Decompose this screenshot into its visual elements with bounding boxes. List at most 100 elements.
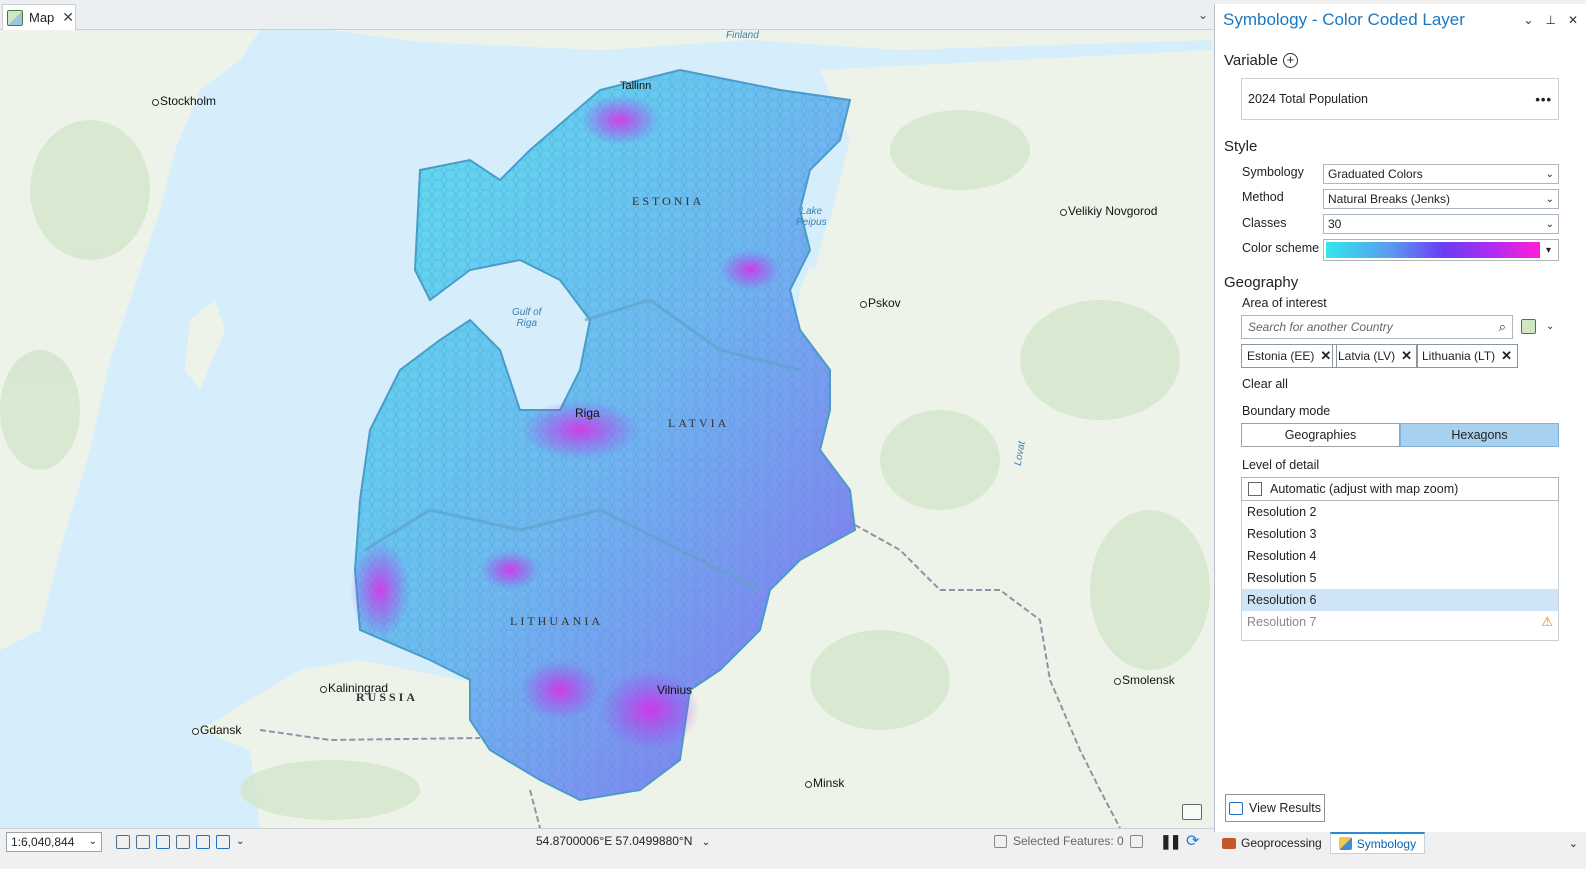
classes-dropdown[interactable]: 30 ⌄ (1323, 214, 1559, 234)
table-icon[interactable] (136, 834, 150, 849)
method-value: Natural Breaks (Jenks) (1328, 192, 1451, 206)
place-stockholm: Stockholm (151, 94, 217, 108)
scale-value: 1:6,040,844 (11, 834, 75, 849)
chevron-down-icon: ⌄ (88, 836, 97, 847)
automatic-checkbox-row[interactable]: Automatic (adjust with map zoom) (1241, 477, 1559, 501)
search-icon[interactable]: ⌕ (1499, 319, 1506, 335)
resolution-item-disabled[interactable]: Resolution 7 ⚠ (1242, 611, 1558, 633)
chevron-down-icon[interactable]: ⌄ (236, 836, 244, 847)
pin-icon[interactable]: ⊥ (1545, 13, 1555, 27)
automatic-label: Automatic (adjust with map zoom) (1270, 482, 1459, 496)
chip-estonia[interactable]: Estonia (EE) ✕ (1241, 344, 1338, 368)
automatic-checkbox[interactable] (1248, 482, 1262, 496)
symbology-pane: Symbology - Color Coded Layer ⌄ ⊥ ✕ Vari… (1214, 4, 1586, 832)
symbology-icon (1338, 837, 1352, 850)
country-label-estonia: ESTONIA (632, 194, 705, 208)
pause-icon[interactable]: ❚❚ (1160, 833, 1182, 850)
color-scheme-dropdown[interactable]: ▾ (1323, 239, 1559, 261)
remove-icon[interactable]: ✕ (1501, 348, 1512, 364)
water-label-finland: Finland (726, 30, 759, 41)
view-results-label: View Results (1248, 801, 1322, 815)
symbology-value: Graduated Colors (1328, 167, 1423, 181)
chip-latvia[interactable]: Latvia (LV) ✕ (1332, 344, 1419, 368)
symbology-dropdown[interactable]: Graduated Colors ⌄ (1323, 164, 1559, 184)
water-label-peipus: Lake Peipus (796, 206, 827, 228)
scale-dropdown[interactable]: 1:6,040,844 ⌄ (6, 831, 102, 852)
style-heading: Style (1224, 138, 1258, 155)
color-scheme-label: Color scheme (1242, 241, 1320, 255)
pane-tabbar: Geoprocessing Symbology ⌄ (1214, 832, 1586, 854)
toolbox-icon (1222, 837, 1236, 849)
tab-map-label: Map (29, 10, 55, 25)
select-on-map-icon[interactable] (1521, 319, 1536, 334)
chevron-down-icon[interactable]: ⌄ (1198, 8, 1208, 22)
color-ramp (1326, 242, 1540, 258)
geography-heading: Geography (1224, 274, 1299, 291)
pane-header: Symbology - Color Coded Layer ⌄ ⊥ ✕ (1215, 4, 1586, 36)
chevron-down-icon[interactable]: ⌄ (1546, 321, 1554, 332)
place-novgorod: Velikiy Novgorod (1059, 204, 1158, 218)
method-label: Method (1242, 190, 1284, 204)
resolution-item[interactable]: Resolution 5 (1242, 567, 1558, 589)
selected-features[interactable]: Selected Features: 0 (994, 834, 1143, 848)
refresh-icon[interactable]: ⟳ (1186, 831, 1199, 851)
selection-icon (994, 834, 1007, 848)
close-icon[interactable]: ✕ (62, 9, 74, 26)
chip-lithuania[interactable]: Lithuania (LT) ✕ (1416, 344, 1519, 368)
grid-icon[interactable] (116, 834, 130, 849)
selected-features-label: Selected Features: 0 (1013, 834, 1124, 848)
more-options-icon[interactable]: ••• (1535, 92, 1552, 107)
add-icon[interactable]: + (1282, 53, 1298, 68)
country-label-lithuania: LITHUANIA (510, 614, 603, 628)
map-view[interactable]: Stockholm Tallinn Velikiy Novgorod Pskov… (0, 30, 1212, 828)
clear-all-button[interactable]: Clear all (1242, 377, 1288, 391)
view-results-button[interactable]: View Results (1225, 794, 1325, 822)
app-window: Map ✕ ⌄ Stockholm Tallinn Velikiy Novgor… (0, 0, 1586, 869)
resolution-label: Resolution 7 (1247, 615, 1317, 629)
country-label-russia: RUSSIA (356, 690, 419, 704)
boundary-geographies-button[interactable]: Geographies (1241, 423, 1400, 447)
resolution-list: Resolution 2 Resolution 3 Resolution 4 R… (1241, 501, 1559, 641)
variable-value: 2024 Total Population (1248, 92, 1369, 106)
clear-selection-icon[interactable] (1129, 834, 1143, 848)
place-smolensk: Smolensk (1114, 673, 1175, 687)
tab-geoprocessing[interactable]: Geoprocessing (1214, 832, 1330, 854)
boundary-mode-label: Boundary mode (1242, 404, 1331, 418)
navigate-icon[interactable] (196, 834, 210, 849)
place-gdansk: Gdansk (191, 723, 242, 737)
remove-icon[interactable]: ✕ (1401, 348, 1412, 364)
tab-symbology[interactable]: Symbology (1329, 832, 1426, 854)
map-tabbar: Map ✕ ⌄ (0, 0, 1214, 30)
snapping-icon[interactable] (156, 834, 170, 849)
sync-icon[interactable] (216, 834, 230, 849)
chip-label: Estonia (EE) (1247, 349, 1315, 363)
basemap (0, 30, 1212, 828)
aoi-label: Area of interest (1242, 296, 1327, 310)
chevron-down-icon[interactable]: ⌄ (1569, 837, 1578, 850)
country-search-input[interactable]: Search for another Country ⌕ (1241, 315, 1513, 339)
variable-field[interactable]: 2024 Total Population ••• (1241, 78, 1559, 120)
variable-heading-text: Variable (1224, 52, 1278, 69)
coordinate-readout[interactable]: 54.8700006°E 57.0499880°N ⌄ (536, 834, 710, 848)
resolution-item[interactable]: Resolution 2 (1242, 501, 1558, 523)
pane-title: Symbology - Color Coded Layer (1223, 10, 1465, 29)
classes-label: Classes (1242, 216, 1287, 230)
coordinate-value: 54.8700006°E 57.0499880°N (536, 834, 693, 848)
map-tips-icon[interactable] (1182, 804, 1202, 820)
method-dropdown[interactable]: Natural Breaks (Jenks) ⌄ (1323, 189, 1559, 209)
boundary-mode-toggle: Geographies Hexagons (1241, 423, 1559, 447)
map-statusbar: 1:6,040,844 ⌄ ⌄ 54.8700006°E 57.0499880°… (0, 828, 1214, 854)
chevron-down-icon: ▾ (1546, 244, 1552, 256)
resolution-item-selected[interactable]: Resolution 6 (1242, 589, 1558, 611)
tab-map[interactable]: Map ✕ (2, 4, 76, 30)
place-riga: Riga (575, 406, 600, 420)
place-pskov: Pskov (860, 296, 901, 310)
close-icon[interactable]: ✕ (1568, 13, 1578, 27)
boundary-hexagons-button[interactable]: Hexagons (1400, 423, 1559, 447)
remove-icon[interactable]: ✕ (1320, 348, 1331, 364)
chevron-down-icon[interactable]: ⌄ (1523, 13, 1533, 27)
variable-heading: Variable + (1224, 52, 1298, 69)
resolution-item[interactable]: Resolution 4 (1242, 545, 1558, 567)
resolution-item[interactable]: Resolution 3 (1242, 523, 1558, 545)
crosshair-icon[interactable] (176, 834, 190, 849)
